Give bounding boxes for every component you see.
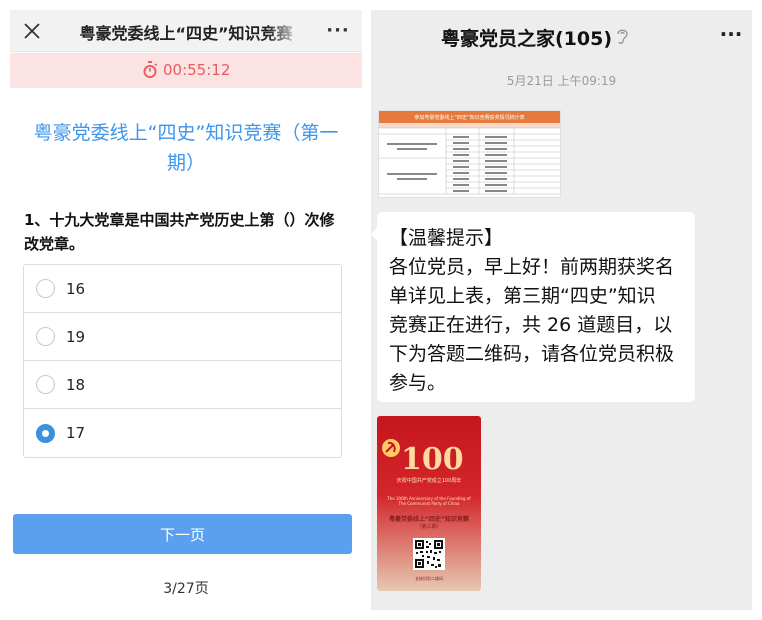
next-page-button[interactable]: 下一页 xyxy=(13,514,352,554)
answer-options: 16 19 18 17 xyxy=(23,264,342,458)
poster-issue: （第三期） xyxy=(416,524,442,530)
message-line: 下为答题二维码，请各位党员积极 xyxy=(389,343,675,365)
page-counter: 3/27页 xyxy=(163,581,209,597)
option-17[interactable]: 17 xyxy=(24,409,341,457)
chat-screen: 粤豪党员之家(105) ··· 5月21日 上午09:19 参加粤豪党委线上“四… xyxy=(371,10,752,610)
option-label: 17 xyxy=(66,424,86,442)
message-line: 各位党员，早上好！前两期获奖名 xyxy=(389,256,675,278)
stopwatch-icon xyxy=(143,61,158,78)
message-line: 参与。 xyxy=(389,372,447,394)
page-title: 粤豪党委线上“四史”知识竞赛 xyxy=(79,24,293,42)
poster-subtitle-en: The 100th Anniversary of the Founding of… xyxy=(387,496,471,506)
quiz-header: 粤豪党委线上“四史”知识竞赛 ··· xyxy=(10,10,362,52)
group-title: 粤豪党员之家(105) xyxy=(441,28,613,50)
poster-title: 粤豪党委线上“四史”知识竞赛 xyxy=(389,516,469,523)
option-label: 19 xyxy=(66,327,86,346)
timer-bar: 00:55:12 xyxy=(10,53,362,88)
qr-poster-image[interactable]: 100 庆祝中国共产党成立100周年 The 100th Anniversary… xyxy=(377,416,481,591)
table-image-title: 参加粤豪党委线上“四史”知识竞赛获奖情况统计表 xyxy=(414,114,525,121)
radio-button[interactable] xyxy=(36,375,55,394)
message-line: 竞赛正在进行，共 26 道题目，以 xyxy=(389,314,673,336)
close-icon[interactable] xyxy=(22,21,42,41)
more-dots-icon[interactable]: ··· xyxy=(326,20,350,42)
qr-code-icon[interactable] xyxy=(413,538,445,570)
timer-text: 00:55:12 xyxy=(163,61,231,79)
radio-button[interactable] xyxy=(36,327,55,346)
option-16[interactable]: 16 xyxy=(24,265,341,313)
ear-icon xyxy=(617,29,628,44)
question-text: 1、十九大党章是中国共产党历史上第（）次修改党章。 xyxy=(24,211,335,253)
text-message-bubble[interactable]: 【温馨提示】 各位党员，早上好！前两期获奖名 单详见上表，第三期“四史”知识 竞… xyxy=(371,212,695,402)
poster-footer: 长按识别二维码 xyxy=(415,576,443,581)
radio-button[interactable] xyxy=(36,279,55,298)
award-table-image[interactable]: 参加粤豪党委线上“四史”知识竞赛获奖情况统计表 xyxy=(378,110,561,198)
more-dots-icon[interactable]: ··· xyxy=(718,22,744,46)
quiz-screen: 粤豪党委线上“四史”知识竞赛 ··· 00:55:12 粤豪党委线上“四史”知识… xyxy=(10,10,362,610)
option-label: 16 xyxy=(66,279,86,298)
message-line: 【温馨提示】 xyxy=(389,227,504,249)
message-line: 单详见上表，第三期“四史”知识 xyxy=(389,285,656,307)
chat-header: 粤豪党员之家(105) ··· xyxy=(371,10,752,60)
option-18[interactable]: 18 xyxy=(24,361,341,409)
radio-button-checked[interactable] xyxy=(36,423,55,443)
table-grid xyxy=(379,123,560,195)
party-emblem-icon xyxy=(382,439,400,457)
message-timestamp: 5月21日 上午09:19 xyxy=(506,74,617,88)
quiz-title: 粤豪党委线上“四史”知识竞赛（第一期） xyxy=(33,122,339,174)
poster-subtitle: 庆祝中国共产党成立100周年 xyxy=(396,478,462,484)
option-19[interactable]: 19 xyxy=(24,313,341,361)
option-label: 18 xyxy=(66,375,86,394)
poster-big-number: 100 xyxy=(401,442,464,477)
